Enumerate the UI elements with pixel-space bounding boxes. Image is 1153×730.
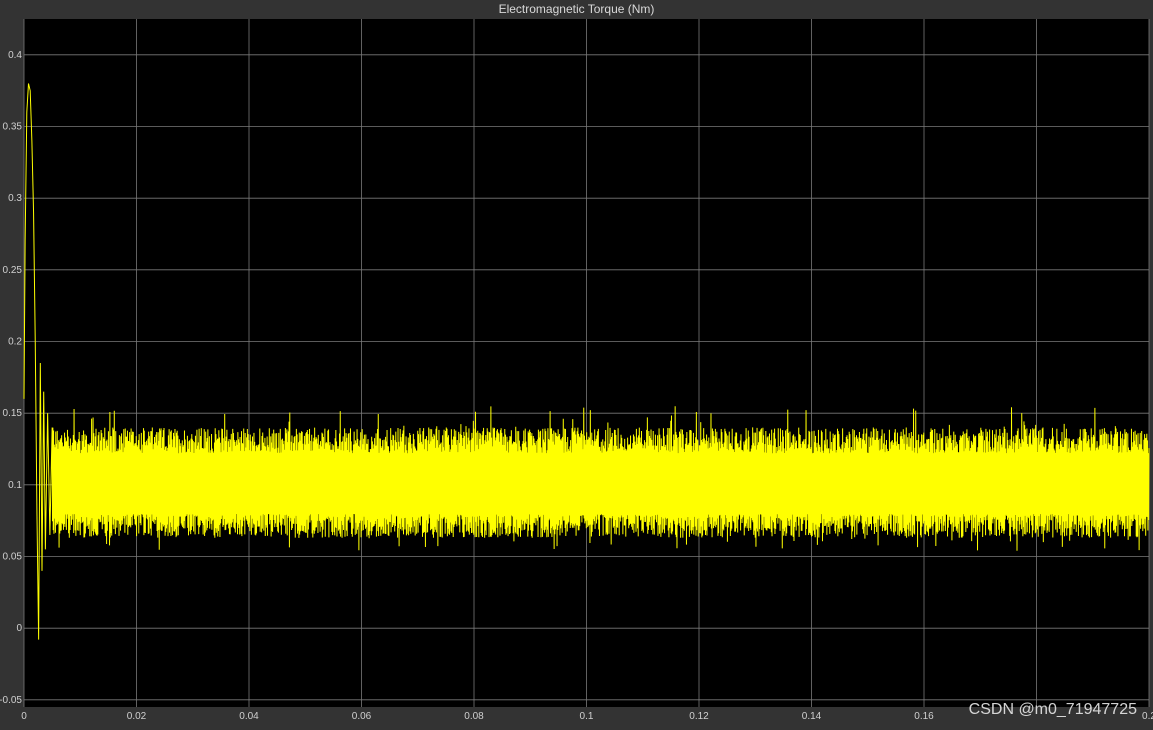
y-tick-label: 0.3 bbox=[8, 193, 22, 204]
x-tick-label: 0.02 bbox=[127, 711, 147, 722]
y-tick-label: 0.4 bbox=[8, 50, 22, 61]
x-tick-label: 0.2 bbox=[1142, 711, 1153, 722]
scope-window: Electromagnetic Torque (Nm) 0 0.02 0.04 0.0… bbox=[0, 0, 1153, 730]
y-tick-label: 0.35 bbox=[3, 122, 23, 133]
y-tick-label: 0.25 bbox=[3, 265, 23, 276]
y-axis-ticks: -0.05 0 0.05 0.1 0.15 0.2 0.25 0.3 0.35 0.4 bbox=[0, 50, 22, 706]
x-tick-label: 0.08 bbox=[464, 711, 484, 722]
x-tick-label: 0 bbox=[21, 711, 27, 722]
plot-area: 0 0.02 0.04 0.06 0.08 0.1 0.12 0.14 0.16 0.2 -0.0… bbox=[0, 19, 1153, 722]
x-tick-label: 0.16 bbox=[914, 711, 934, 722]
x-tick-label: 0.14 bbox=[802, 711, 822, 722]
x-tick-label: 0.1 bbox=[580, 711, 594, 722]
y-tick-label: 0.05 bbox=[3, 552, 23, 563]
y-tick-label: 0 bbox=[16, 623, 22, 634]
y-tick-label: -0.05 bbox=[0, 695, 22, 706]
x-tick-label: 0.04 bbox=[239, 711, 259, 722]
x-tick-label: 0.12 bbox=[689, 711, 709, 722]
y-tick-label: 0.15 bbox=[3, 408, 23, 419]
x-tick-label: 0.06 bbox=[352, 711, 372, 722]
y-tick-label: 0.2 bbox=[8, 337, 22, 348]
watermark: CSDN @m0_71947725 bbox=[968, 701, 1137, 718]
y-tick-label: 0.1 bbox=[8, 480, 22, 491]
